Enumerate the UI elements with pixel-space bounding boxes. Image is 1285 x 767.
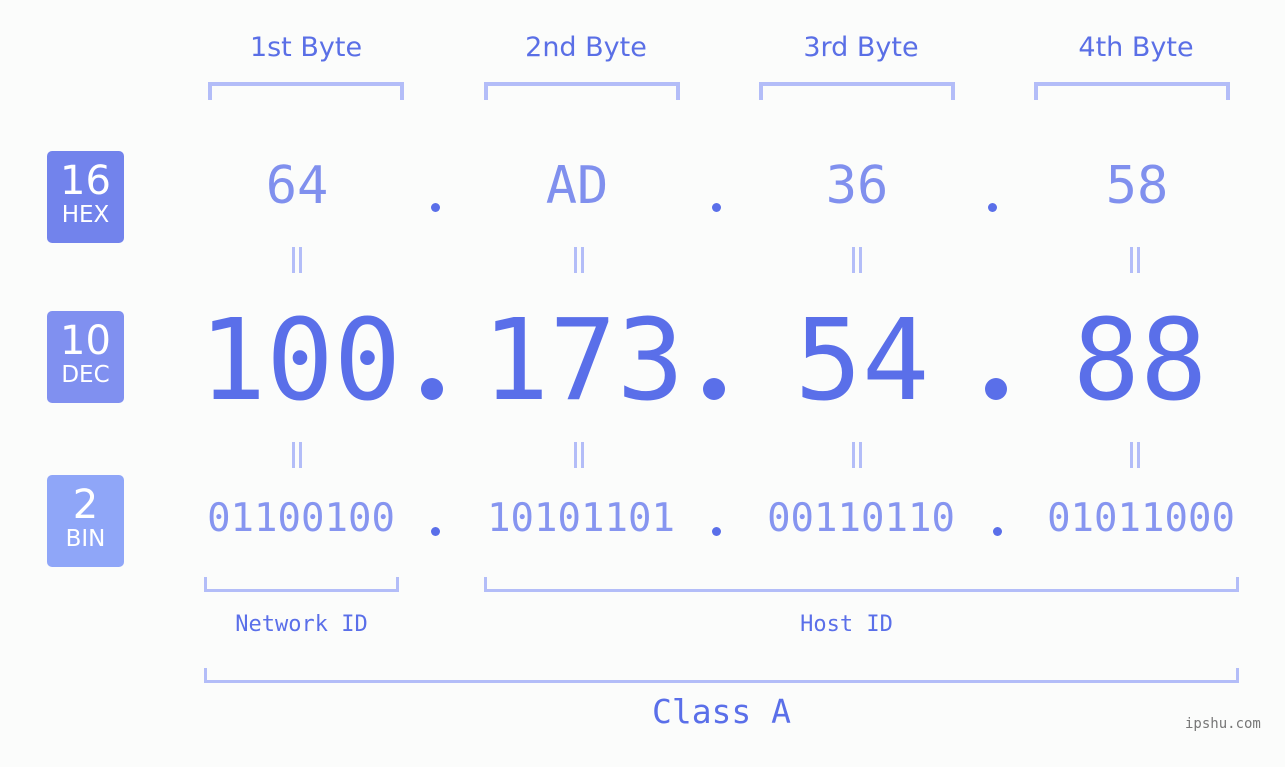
byte-bracket-3 [759,82,955,100]
hex-dot-2 [712,203,721,212]
bin-badge: 2 BIN [47,475,124,567]
class-label: Class A [651,692,792,731]
bin-dot-3 [993,527,1002,536]
hex-base-number: 16 [60,158,111,204]
byte-header-1: 1st Byte [249,32,363,63]
hex-base-label: HEX [61,202,110,228]
dec-dot-1 [421,378,443,400]
dec-byte-2: 173 [481,296,685,426]
equals-icon [574,247,584,273]
dec-dot-3 [985,378,1007,400]
byte-header-2: 2nd Byte [525,32,647,63]
hex-badge: 16 HEX [47,151,124,243]
dec-base-number: 10 [60,318,111,364]
network-id-label: Network ID [235,612,368,637]
equals-icon [292,442,302,468]
bin-byte-4: 01011000 [1047,496,1235,541]
byte-bracket-2 [484,82,680,100]
equals-icon [1130,442,1140,468]
network-id-bracket [204,577,399,592]
bin-dot-1 [431,527,440,536]
byte-header-4: 4th Byte [1078,32,1194,63]
byte-bracket-1 [208,82,404,100]
host-id-bracket [484,577,1239,592]
dec-badge: 10 DEC [47,311,124,403]
equals-icon [1130,247,1140,273]
byte-bracket-4 [1034,82,1230,100]
hex-byte-4: 58 [1105,156,1169,216]
byte-header-3: 3rd Byte [803,32,919,63]
hex-byte-1: 64 [265,156,329,216]
bin-dot-2 [712,527,721,536]
dec-byte-4: 88 [1072,296,1208,426]
dec-byte-3: 54 [794,296,930,426]
hex-byte-2: AD [545,156,609,216]
bin-byte-1: 01100100 [207,496,395,541]
bin-base-label: BIN [65,526,106,552]
equals-icon [852,247,862,273]
bin-byte-2: 10101101 [487,496,675,541]
watermark: ipshu.com [1185,716,1261,732]
dec-base-label: DEC [61,362,110,388]
class-bracket [204,668,1239,683]
hex-byte-3: 36 [825,156,889,216]
bin-base-number: 2 [72,482,99,528]
host-id-label: Host ID [800,612,893,637]
equals-icon [292,247,302,273]
equals-icon [574,442,584,468]
hex-dot-1 [431,203,440,212]
dec-dot-2 [703,378,725,400]
dec-byte-1: 100 [198,296,402,426]
equals-icon [852,442,862,468]
bin-byte-3: 00110110 [767,496,955,541]
hex-dot-3 [988,203,997,212]
